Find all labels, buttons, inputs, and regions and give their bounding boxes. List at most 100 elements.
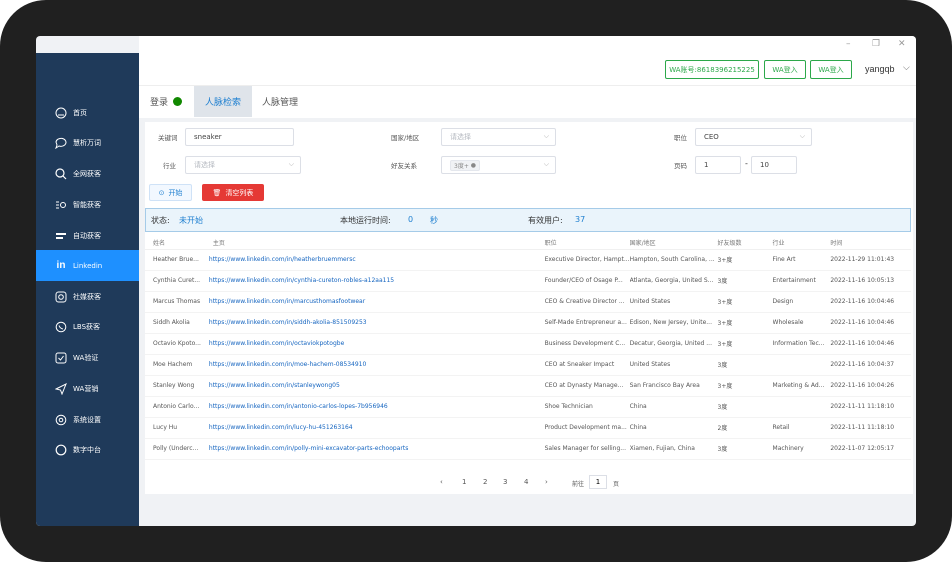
page-2[interactable]: 2: [483, 478, 487, 486]
col-name[interactable]: 姓名: [145, 236, 201, 250]
username[interactable]: yangqb: [865, 64, 895, 74]
sidebar-item-web-search[interactable]: 全网获客: [36, 158, 139, 189]
start-button-label: 开始: [168, 188, 183, 197]
cell-country: United States: [629, 291, 718, 313]
table-row[interactable]: Moe Hachem https://www.linkedin.com/in/mo…: [145, 354, 911, 376]
page-to-input[interactable]: 10: [751, 156, 797, 174]
col-profile[interactable]: 主页: [200, 236, 545, 250]
page-from-input[interactable]: 1: [695, 156, 741, 174]
cell-industry: Machinery: [772, 438, 831, 460]
restore-icon[interactable]: ❐: [872, 39, 880, 49]
industry-select[interactable]: 请选择 ⌵: [185, 156, 301, 174]
wa-login-button-1[interactable]: WA登入: [764, 60, 806, 79]
chevron-down-icon: ⌵: [543, 160, 549, 168]
title-select[interactable]: CEO ⌵: [695, 128, 812, 146]
col-time[interactable]: 时间: [830, 236, 911, 250]
col-degree[interactable]: 好友级数: [717, 236, 773, 250]
country-placeholder: 请选择: [450, 133, 471, 141]
table-row[interactable]: Siddh Akolia https://www.linkedin.com/in/…: [145, 312, 911, 334]
sidebar-item-label: 自动获客: [73, 231, 101, 240]
sidebar-item-label: LBS获客: [73, 322, 101, 331]
table-row[interactable]: Heather Brue... https://www.linkedin.com/…: [145, 249, 911, 271]
sidebar-item-smart[interactable]: 智能获客: [36, 189, 139, 220]
table-row[interactable]: Polly (Underc... https://www.linkedin.com…: [145, 438, 911, 460]
clear-list-button[interactable]: 🗑 清空列表: [202, 184, 264, 201]
cell-time: 2022-11-11 11:18:10: [830, 417, 911, 439]
cell-profile-link[interactable]: https://www.linkedin.com/in/stanleywong0…: [200, 375, 545, 397]
page-4[interactable]: 4: [524, 478, 528, 486]
sidebar-item-digital[interactable]: 数字中台: [36, 434, 139, 465]
sidebar-item-home[interactable]: 首页: [36, 97, 139, 128]
cell-industry: Information Tec...: [772, 333, 831, 355]
sidebar-item-wa-marketing[interactable]: WA营销: [36, 373, 139, 404]
sidebar-item-lbs[interactable]: LBS获客: [36, 311, 139, 342]
table-row[interactable]: Antonio Carlo... https://www.linkedin.com…: [145, 396, 911, 418]
table-row[interactable]: Marcus Thomas https://www.linkedin.com/in…: [145, 291, 911, 313]
sidebar-item-settings[interactable]: 系统设置: [36, 404, 139, 435]
wa-account-button[interactable]: WA账号:8618396215225: [665, 60, 759, 79]
cell-profile-link[interactable]: https://www.linkedin.com/in/octaviokpoto…: [200, 333, 545, 355]
relation-select[interactable]: 3度+ ● ⌵: [441, 156, 556, 174]
cell-industry: [772, 354, 831, 376]
table-row[interactable]: Lucy Hu https://www.linkedin.com/in/lucy-…: [145, 417, 911, 439]
cell-title: Product Development ma...: [544, 417, 630, 439]
cell-title: CEO at Sneaker Impact: [544, 354, 630, 376]
cell-profile-link[interactable]: https://www.linkedin.com/in/marcusthomas…: [200, 291, 545, 313]
page-3[interactable]: 3: [503, 478, 507, 486]
prev-page-icon[interactable]: ‹: [440, 478, 443, 486]
sidebar-item-linkedin[interactable]: in Linkedin: [36, 250, 139, 281]
cell-profile-link[interactable]: https://www.linkedin.com/in/moe-hachem-0…: [200, 354, 545, 376]
login-label: 登录: [150, 98, 169, 108]
cell-degree: 2度: [717, 417, 773, 439]
cell-country: Edison, New Jersey, Unite...: [629, 312, 718, 334]
next-page-icon[interactable]: ›: [545, 478, 548, 486]
sidebar-item-wa-verify[interactable]: WA验证: [36, 342, 139, 373]
start-button[interactable]: ⊙ 开始: [149, 184, 192, 201]
home-icon: [53, 106, 69, 120]
keyword-input[interactable]: sneaker: [185, 128, 294, 146]
sidebar-item-social[interactable]: 社媒获客: [36, 281, 139, 312]
minimize-icon[interactable]: –: [846, 39, 851, 49]
cell-name: Polly (Underc...: [145, 438, 201, 460]
chevron-down-icon: ⌵: [543, 132, 549, 140]
chat-icon: [53, 136, 69, 150]
runtime-label: 本地运行时间:: [340, 216, 391, 225]
chevron-down-icon[interactable]: ⌵: [903, 63, 910, 73]
cell-time: 2022-11-16 10:05:13: [830, 270, 911, 292]
tab-contact-search[interactable]: 人脉检索: [194, 86, 252, 117]
tab-bar: 登录 人脉检索 人脉管理: [139, 85, 916, 118]
cell-profile-link[interactable]: https://www.linkedin.com/in/polly-mini-e…: [200, 438, 545, 460]
sidebar-item-label: Linkedin: [73, 261, 103, 270]
cell-title: Executive Director, Hampt...: [544, 249, 630, 271]
sidebar-item-auto[interactable]: 自动获客: [36, 220, 139, 251]
country-select[interactable]: 请选择 ⌵: [441, 128, 556, 146]
cell-country: Atlanta, Georgia, United S...: [629, 270, 718, 292]
cell-time: 2022-11-16 10:04:37: [830, 354, 911, 376]
cell-profile-link[interactable]: https://www.linkedin.com/in/heatherbruem…: [200, 249, 545, 271]
cell-name: Lucy Hu: [145, 417, 201, 439]
col-industry[interactable]: 行业: [772, 236, 831, 250]
goto-page-input[interactable]: 1: [589, 475, 607, 489]
cell-name: Moe Hachem: [145, 354, 201, 376]
table-row[interactable]: Cynthia Curet... https://www.linkedin.com…: [145, 270, 911, 292]
table-row[interactable]: Stanley Wong https://www.linkedin.com/in/…: [145, 375, 911, 397]
close-icon[interactable]: ●: [471, 162, 476, 169]
cell-profile-link[interactable]: https://www.linkedin.com/in/antonio-carl…: [200, 396, 545, 418]
cell-profile-link[interactable]: https://www.linkedin.com/in/siddh-akolia…: [200, 312, 545, 334]
cell-title: Business Development C...: [544, 333, 630, 355]
wa-login-button-2[interactable]: WA登入: [810, 60, 852, 79]
cell-profile-link[interactable]: https://www.linkedin.com/in/cynthia-cure…: [200, 270, 545, 292]
cell-time: 2022-11-16 10:04:46: [830, 291, 911, 313]
sidebar-item-analysis[interactable]: 慧析万词: [36, 127, 139, 158]
circle-icon: [53, 443, 69, 457]
page-1[interactable]: 1: [462, 478, 466, 486]
cell-profile-link[interactable]: https://www.linkedin.com/in/lucy-hu-4512…: [200, 417, 545, 439]
tab-contact-manage[interactable]: 人脉管理: [262, 86, 298, 117]
table-row[interactable]: Octavio Kpoto... https://www.linkedin.com…: [145, 333, 911, 355]
goto-unit: 页: [613, 481, 620, 488]
cell-name: Marcus Thomas: [145, 291, 201, 313]
close-icon[interactable]: ✕: [898, 39, 906, 49]
col-title[interactable]: 职位: [544, 236, 630, 250]
cell-country: United States: [629, 354, 718, 376]
col-country[interactable]: 国家/地区: [629, 236, 718, 250]
